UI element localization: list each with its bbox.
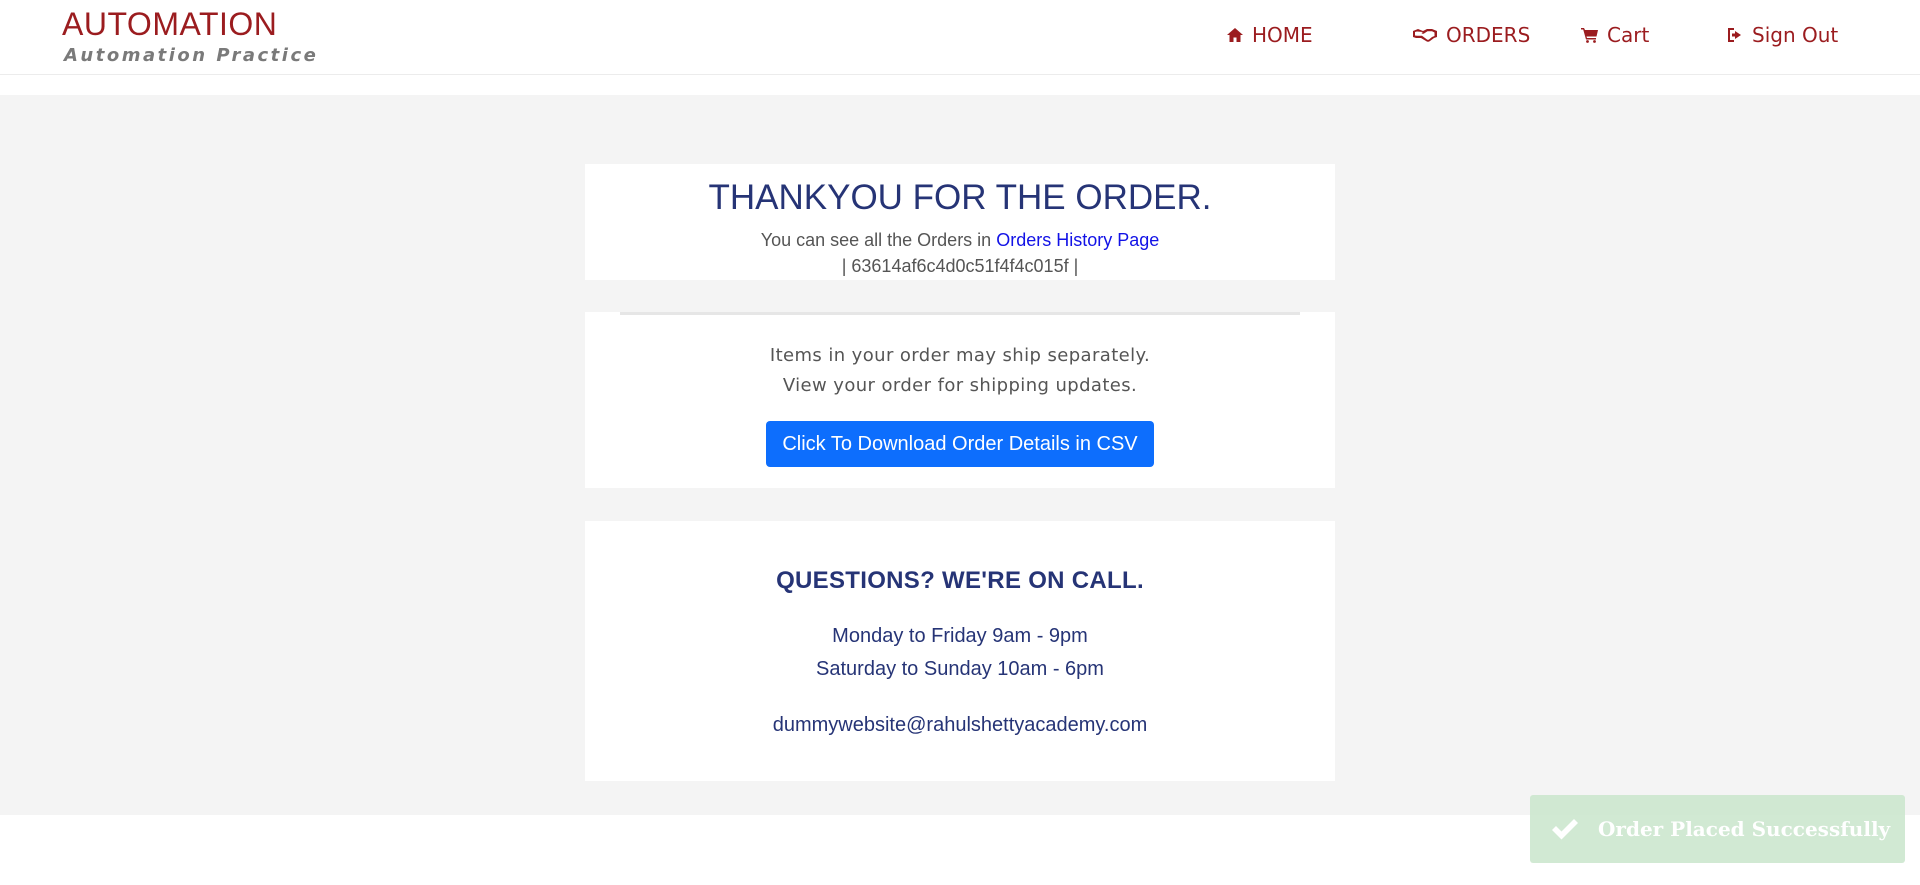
support-email: dummywebsite@rahulshettyacademy.com <box>772 714 1148 736</box>
orders-history-link[interactable]: Orders History Page <box>996 230 1159 250</box>
check-icon <box>1552 819 1578 840</box>
nav-signout-label: Sign Out <box>1752 23 1839 47</box>
orders-history-prefix: You can see all the Orders in <box>760 230 992 250</box>
logo-subtitle: Automation Practice <box>64 45 319 66</box>
nav-orders-button[interactable]: ORDERS <box>1412 22 1530 48</box>
support-hours-weekday: Monday to Friday 9am - 9pm <box>832 625 1088 647</box>
nav-home-button[interactable]: HOME <box>1226 22 1313 48</box>
success-toast[interactable]: Order Placed Successfully <box>1530 795 1905 863</box>
divider <box>620 312 1300 315</box>
nav-cart-button[interactable]: Cart <box>1581 22 1649 48</box>
orders-history-line: You can see all the Orders in Orders His… <box>585 230 1335 251</box>
page-title: THANKYOU FOR THE ORDER. <box>708 178 1212 217</box>
nav-cart-label: Cart <box>1607 23 1650 47</box>
top-navbar: AUTOMATION Automation Practice HOME ORDE… <box>0 0 1920 75</box>
cart-icon <box>1581 28 1598 43</box>
logo-title[interactable]: AUTOMATION <box>62 6 277 43</box>
nav-orders-label: ORDERS <box>1446 23 1531 47</box>
nav-home-label: HOME <box>1252 23 1313 47</box>
support-card: QUESTIONS? WE'RE ON CALL. Monday to Frid… <box>585 521 1335 781</box>
shipping-note-1: Items in your order may ship separately. <box>769 345 1151 366</box>
handshake-icon <box>1413 29 1437 42</box>
shipping-card: Items in your order may ship separately.… <box>585 312 1335 488</box>
order-confirmation-card: THANKYOU FOR THE ORDER. You can see all … <box>585 164 1335 280</box>
nav-signout-button[interactable]: Sign Out <box>1726 22 1838 48</box>
toast-message: Order Placed Successfully <box>1598 817 1891 841</box>
order-id: | 63614af6c4d0c51f4f4c015f | <box>841 256 1079 276</box>
shipping-note-2: View your order for shipping updates. <box>782 375 1138 396</box>
support-title: QUESTIONS? WE'RE ON CALL. <box>776 567 1144 594</box>
download-csv-button[interactable]: Click To Download Order Details in CSV <box>766 421 1154 467</box>
home-icon <box>1227 28 1243 42</box>
sign-out-icon <box>1728 28 1741 42</box>
support-hours-weekend: Saturday to Sunday 10am - 6pm <box>816 658 1104 680</box>
